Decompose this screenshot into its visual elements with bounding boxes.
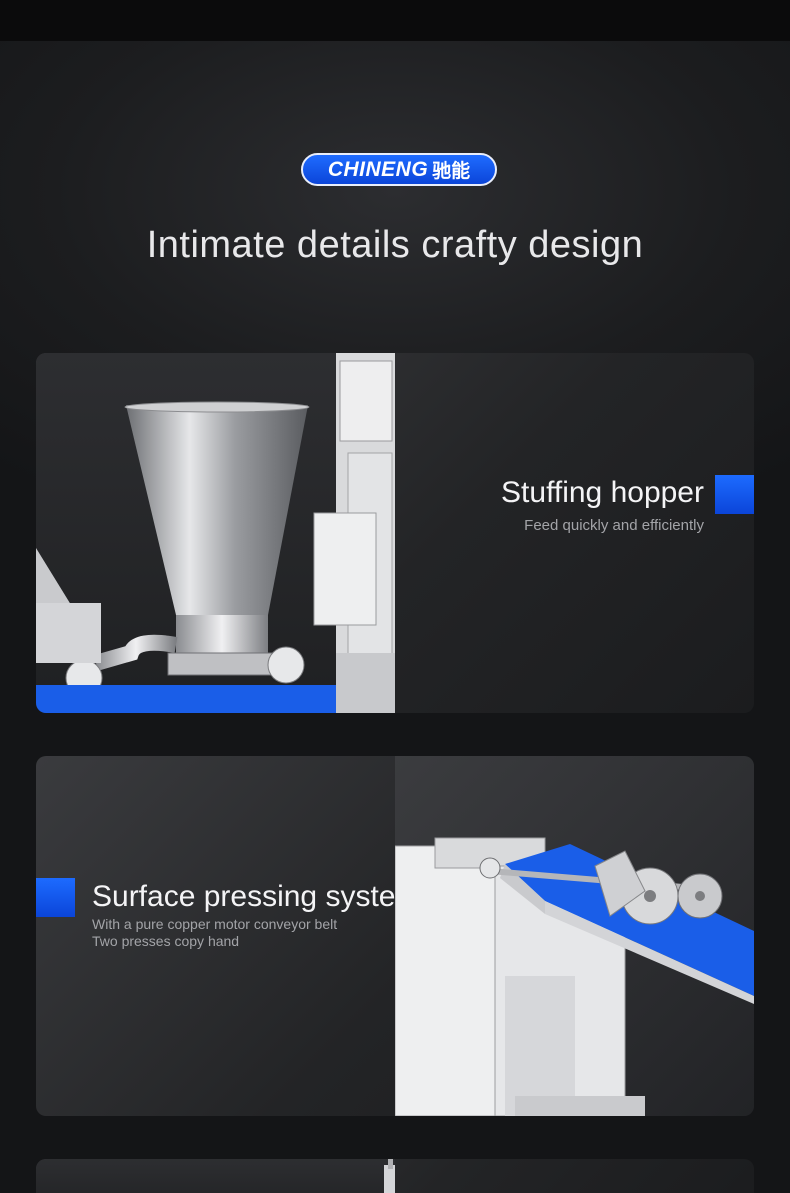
accent-square xyxy=(36,878,75,917)
feature-subtitle-line-1: With a pure copper motor conveyor belt xyxy=(92,916,338,932)
machine-part-icon xyxy=(384,1159,395,1193)
feature-title: Surface pressing system xyxy=(92,880,421,913)
feature-card-stuffing-hopper: Stuffing hopper Feed quickly and efficie… xyxy=(36,353,754,713)
top-bar xyxy=(0,0,790,41)
brand-logo-chinese: 驰能 xyxy=(432,161,471,182)
feature-subtitle-line-2: Two presses copy hand xyxy=(92,933,240,949)
brand-logo-latin: CHINENG xyxy=(327,157,429,181)
feature-title: Stuffing hopper xyxy=(501,476,704,509)
brand-logo: CHINENG 驰能 xyxy=(301,153,497,186)
conveyor-belt-press-icon xyxy=(395,837,754,1116)
surface-pressing-image xyxy=(395,756,754,1116)
page-headline: Intimate details crafty design xyxy=(146,224,644,266)
stuffing-hopper-image xyxy=(36,353,395,713)
feature-subtitle: Feed quickly and efficiently xyxy=(524,517,704,534)
stainless-steel-hopper-icon xyxy=(36,353,395,713)
feature-card-partial xyxy=(36,1159,754,1193)
feature-image-partial xyxy=(36,1159,395,1193)
feature-card-surface-pressing: Surface pressing system With a pure copp… xyxy=(36,756,754,1116)
accent-square xyxy=(715,475,754,514)
